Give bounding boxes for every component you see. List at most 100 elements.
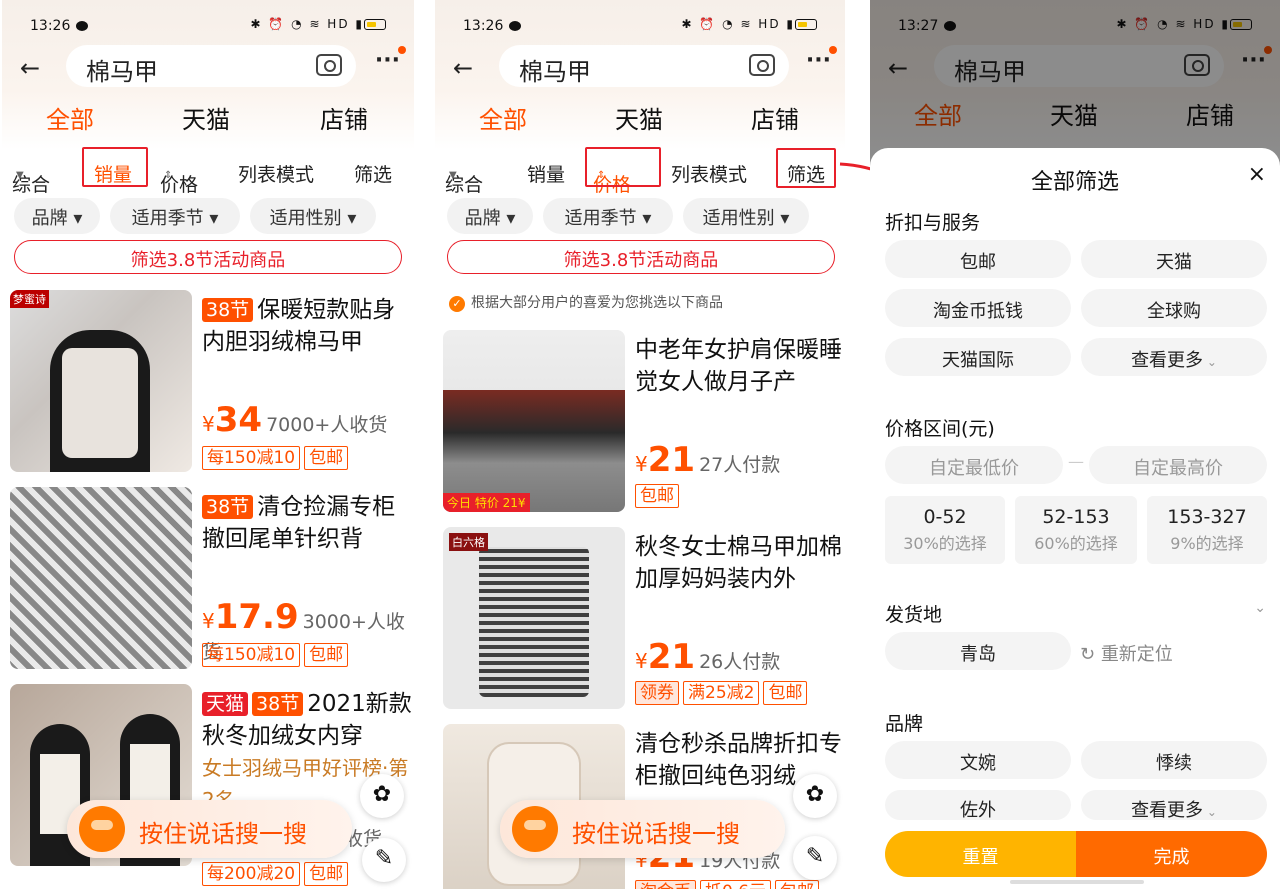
- option-tmall[interactable]: 天猫: [1081, 240, 1267, 278]
- search-input[interactable]: 棉马甲: [66, 45, 356, 87]
- badge: 包邮: [635, 484, 679, 508]
- tab-tmall[interactable]: 天猫: [615, 100, 663, 135]
- filter-sheet: 全部筛选 × 折扣与服务 包邮 天猫 淘金币抵钱 全球购 天猫国际 查看更多 ⌄…: [870, 148, 1280, 889]
- back-arrow-icon[interactable]: ←: [20, 54, 40, 82]
- tag-38: 38节: [202, 298, 254, 322]
- product-price: ¥34 7000+人收货: [202, 400, 388, 440]
- caret-down-icon: ▼: [16, 170, 24, 181]
- camera-icon[interactable]: [749, 54, 775, 76]
- apps-icon[interactable]: ✿: [793, 774, 837, 818]
- highlight-box-filter: [776, 148, 836, 188]
- top-tabs: 全部 天猫 店铺: [2, 100, 414, 140]
- tab-all[interactable]: 全部: [479, 100, 527, 135]
- screen-sales-sort: 13:26 ✱ ⏰ ◔ ≋ HD ▮ ← 棉马甲 ··· 全部 天猫 店铺 综合…: [2, 0, 414, 889]
- relocate-button[interactable]: ↻ 重新定位: [1080, 640, 1173, 666]
- price-range-option[interactable]: 153-327 9%的选择: [1147, 496, 1267, 564]
- feedback-icon[interactable]: ✎: [793, 836, 837, 880]
- option-city[interactable]: 青岛: [885, 632, 1071, 670]
- more-icon[interactable]: ···: [806, 46, 837, 73]
- badge: 包邮: [763, 681, 808, 705]
- top-tabs: 全部 天猫 店铺: [435, 100, 845, 140]
- product-price: ¥21 26人付款: [635, 637, 781, 677]
- done-button[interactable]: 完成: [1076, 831, 1267, 877]
- badge: 包邮: [775, 880, 820, 889]
- tab-tmall[interactable]: 天猫: [182, 100, 230, 135]
- product-image: 梦蜜诗: [10, 290, 192, 472]
- badge: 包邮: [304, 862, 349, 886]
- feedback-icon[interactable]: ✎: [362, 838, 406, 882]
- product-image: 今日 特价 21¥: [443, 330, 625, 512]
- option-free-shipping[interactable]: 包邮: [885, 240, 1071, 278]
- tab-all[interactable]: 全部: [46, 100, 94, 135]
- mascot-icon: [79, 806, 125, 852]
- highlight-box-sales: [82, 147, 148, 187]
- max-price-input[interactable]: 自定最高价: [1089, 446, 1267, 484]
- sort-sales[interactable]: 销量: [527, 160, 565, 187]
- sort-filter[interactable]: 筛选: [354, 160, 392, 187]
- camera-icon[interactable]: [316, 54, 342, 76]
- chip-brand[interactable]: 品牌 ▾: [447, 198, 533, 234]
- option-brand[interactable]: 悸续: [1081, 741, 1267, 779]
- promo-filter-button[interactable]: 筛选3.8节活动商品: [447, 240, 835, 274]
- sheet-title: 全部筛选: [1030, 170, 1119, 195]
- range-dash: —: [1068, 452, 1084, 471]
- option-coins[interactable]: 淘金币抵钱: [885, 289, 1071, 327]
- back-arrow-icon[interactable]: ←: [453, 54, 473, 82]
- screen-price-sort: 13:26 ✱ ⏰ ◔ ≋ HD ▮ ← 棉马甲 ··· 全部 天猫 店铺 综合…: [435, 0, 845, 889]
- apps-icon[interactable]: ✿: [360, 774, 404, 818]
- voice-search-button[interactable]: 按住说话搜一搜: [500, 800, 785, 858]
- status-icons: ✱ ⏰ ◔ ≋ HD ▮: [682, 17, 817, 31]
- section-brand-label: 品牌: [885, 713, 924, 735]
- option-tmall-intl[interactable]: 天猫国际: [885, 338, 1071, 376]
- product-title: 秋冬女士棉马甲加棉加厚妈妈装内外: [635, 534, 842, 592]
- close-icon[interactable]: ×: [1248, 162, 1266, 187]
- home-indicator[interactable]: [1010, 880, 1144, 884]
- battery-icon: [795, 19, 817, 30]
- price-range-option[interactable]: 0-52 30%的选择: [885, 496, 1005, 564]
- sort-list-mode[interactable]: 列表模式: [671, 160, 747, 187]
- chip-gender[interactable]: 适用性别 ▾: [683, 198, 809, 234]
- highlight-box-price: [585, 147, 661, 187]
- more-icon[interactable]: ···: [375, 46, 406, 73]
- image-banner: 今日 特价 21¥: [443, 493, 530, 512]
- chevron-down-icon[interactable]: ⌄: [1254, 600, 1266, 616]
- search-input[interactable]: 棉马甲: [499, 45, 789, 87]
- sort-list-mode[interactable]: 列表模式: [238, 160, 314, 187]
- wechat-icon: [509, 21, 522, 31]
- reset-button[interactable]: 重置: [885, 831, 1076, 877]
- shop-label: 梦蜜诗: [10, 290, 49, 308]
- chip-gender[interactable]: 适用性别 ▾: [250, 198, 376, 234]
- section-ship-label: 发货地: [885, 604, 943, 626]
- product-image: 白六格: [443, 527, 625, 709]
- sort-arrows-icon: ⇕: [164, 170, 173, 181]
- price-range-option[interactable]: 52-153 60%的选择: [1015, 496, 1137, 564]
- section-service-label: 折扣与服务: [885, 212, 981, 234]
- chevron-down-icon: ⌄: [1203, 355, 1217, 369]
- wechat-icon: [76, 21, 89, 31]
- tab-shop[interactable]: 店铺: [751, 100, 799, 135]
- badge: 每200减20: [202, 862, 301, 886]
- option-see-more[interactable]: 查看更多 ⌄: [1081, 338, 1267, 376]
- promo-filter-button[interactable]: 筛选3.8节活动商品: [14, 240, 402, 274]
- tab-shop[interactable]: 店铺: [320, 100, 368, 135]
- chip-brand[interactable]: 品牌 ▾: [14, 198, 100, 234]
- tag-38: 38节: [202, 495, 254, 519]
- recommend-hint: ✓ 根据大部分用户的喜爱为您挑选以下商品: [449, 292, 723, 312]
- status-time: 13:26: [30, 18, 71, 34]
- tag-tmall: 天猫: [202, 692, 249, 716]
- option-brand[interactable]: 佐外: [885, 790, 1071, 821]
- section-price-label: 价格区间(元): [885, 418, 995, 440]
- chevron-down-icon: ⌄: [1203, 805, 1217, 819]
- chip-season[interactable]: 适用季节 ▾: [110, 198, 240, 234]
- badge-coupon: 领券: [635, 681, 679, 705]
- option-global[interactable]: 全球购: [1081, 289, 1267, 327]
- voice-search-button[interactable]: 按住说话搜一搜: [67, 800, 352, 858]
- status-icons: ✱ ⏰ ◔ ≋ HD ▮: [251, 17, 386, 31]
- tag-38: 38节: [252, 692, 304, 716]
- option-brand[interactable]: 文婉: [885, 741, 1071, 779]
- option-brand-see-more[interactable]: 查看更多 ⌄: [1081, 790, 1267, 821]
- chip-season[interactable]: 适用季节 ▾: [543, 198, 673, 234]
- refresh-icon: ↻: [1080, 644, 1101, 665]
- min-price-input[interactable]: 自定最低价: [885, 446, 1063, 484]
- badge: 包邮: [304, 643, 349, 667]
